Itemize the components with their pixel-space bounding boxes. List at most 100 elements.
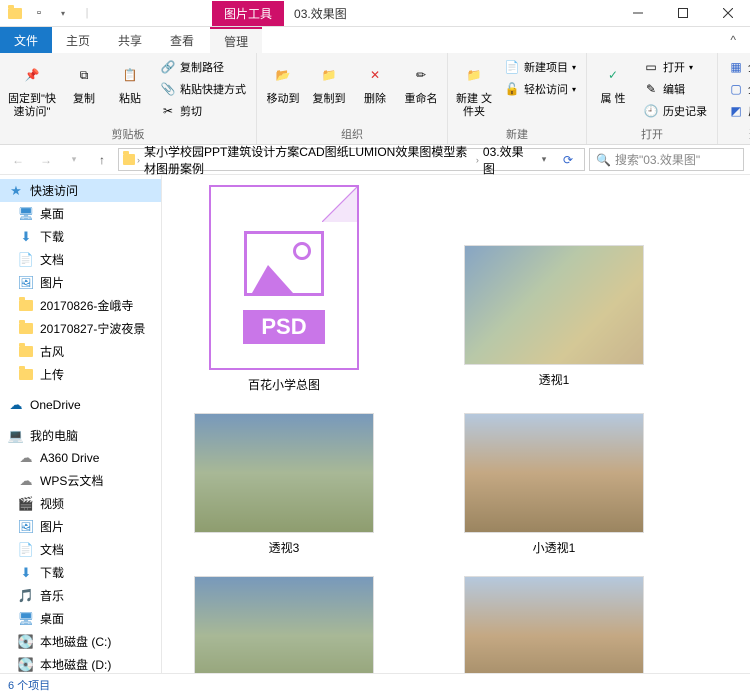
ribbon-collapse-icon[interactable]: ^ [716, 27, 750, 53]
properties-button[interactable]: ✓属 性 [591, 55, 635, 110]
recent-dropdown[interactable]: ▾ [62, 148, 86, 172]
file-list-area[interactable]: PSD 百花小学总图 透视1 透视3 小透视1 小透视2 [162, 175, 750, 673]
tab-home[interactable]: 主页 [52, 27, 104, 53]
easy-access-icon: 🔓 [504, 81, 520, 97]
tab-view[interactable]: 查看 [156, 27, 208, 53]
window-controls [615, 0, 750, 27]
image-thumbnail [464, 245, 644, 365]
copy-button[interactable]: ⧉ 复制 [62, 55, 106, 110]
pc-icon: 💻 [8, 428, 24, 444]
image-thumbnail [194, 576, 374, 673]
breadcrumb-folder-icon [123, 154, 135, 165]
nav-disk-c[interactable]: 💽本地磁盘 (C:) [0, 630, 161, 653]
nav-this-pc[interactable]: 💻我的电脑 [0, 424, 161, 447]
new-folder-button[interactable]: 📁新建 文件夹 [452, 55, 496, 123]
properties-icon: ✓ [597, 59, 629, 91]
nav-a360[interactable]: ☁A360 Drive [0, 447, 161, 469]
pin-button[interactable]: 📌 固定到"快 速访问" [4, 55, 60, 123]
new-item-button[interactable]: 📄新建项目▾ [500, 57, 580, 77]
up-button[interactable]: ↑ [90, 148, 114, 172]
open-button[interactable]: ▭打开▾ [639, 57, 711, 77]
folder-icon [18, 367, 34, 383]
file-name: 透视1 [539, 371, 570, 388]
nav-videos[interactable]: 🎬视频 [0, 492, 161, 515]
delete-button[interactable]: ✕删除 [353, 55, 397, 110]
nav-folder-1[interactable]: 20170826-金峨寺 [0, 294, 161, 317]
nav-downloads[interactable]: ⬇下载 [0, 225, 161, 248]
breadcrumb-dropdown[interactable]: ▾ [532, 148, 556, 172]
tab-manage[interactable]: 管理 [210, 27, 262, 53]
nav-desktop-2[interactable]: 🖥桌面 [0, 607, 161, 630]
invert-selection-button[interactable]: ◩反向选择 [724, 101, 750, 121]
cloud-icon: ☁ [18, 473, 34, 489]
nav-pictures[interactable]: 🖼图片 [0, 271, 161, 294]
address-bar: ← → ▾ ↑ › 某小学校园PPT建筑设计方案CAD图纸LUMION效果图模型… [0, 145, 750, 175]
nav-quick-access[interactable]: ★快速访问 [0, 179, 161, 202]
properties-icon[interactable]: ▫ [30, 4, 48, 22]
copy-to-button[interactable]: 📁复制到 [307, 55, 351, 110]
move-icon: 📂 [267, 59, 299, 91]
tab-share[interactable]: 共享 [104, 27, 156, 53]
pin-icon: 📌 [16, 59, 48, 91]
chevron-right-icon[interactable]: › [476, 155, 479, 165]
explorer-body: ★快速访问 🖥桌面 ⬇下载 📄文档 🖼图片 20170826-金峨寺 20170… [0, 175, 750, 673]
nav-music[interactable]: 🎵音乐 [0, 584, 161, 607]
image-thumbnail [464, 413, 644, 533]
breadcrumb-seg-1[interactable]: 某小学校园PPT建筑设计方案CAD图纸LUMION效果图模型素材图册案例 [142, 143, 474, 177]
image-thumbnail [464, 576, 644, 673]
qat-dropdown-icon[interactable]: ▾ [54, 4, 72, 22]
navigation-pane[interactable]: ★快速访问 🖥桌面 ⬇下载 📄文档 🖼图片 20170826-金峨寺 20170… [0, 175, 162, 673]
chevron-right-icon[interactable]: › [137, 155, 140, 165]
copy-path-button[interactable]: 🔗复制路径 [156, 57, 250, 77]
file-name: 百花小学总图 [248, 376, 320, 393]
file-item[interactable]: 透视3 [174, 413, 394, 556]
paste-button[interactable]: 📋 粘贴 [108, 55, 152, 110]
nav-folder-2[interactable]: 20170827-宁波夜景 [0, 317, 161, 340]
maximize-button[interactable] [660, 0, 705, 27]
edit-icon: ✎ [643, 81, 659, 97]
nav-pictures-2[interactable]: 🖼图片 [0, 515, 161, 538]
copy-icon: ⧉ [68, 59, 100, 91]
file-item[interactable]: 小透视2 [174, 576, 394, 673]
nav-onedrive[interactable]: ☁OneDrive [0, 394, 161, 416]
nav-documents[interactable]: 📄文档 [0, 248, 161, 271]
nav-disk-d[interactable]: 💽本地磁盘 (D:) [0, 653, 161, 673]
cut-button[interactable]: ✂剪切 [156, 101, 250, 121]
back-button[interactable]: ← [6, 148, 30, 172]
path-icon: 🔗 [160, 59, 176, 75]
nav-desktop[interactable]: 🖥桌面 [0, 202, 161, 225]
file-item[interactable]: 小透视1 [444, 413, 664, 556]
edit-button[interactable]: ✎编辑 [639, 79, 711, 99]
file-name: 小透视1 [533, 539, 576, 556]
open-icon: ▭ [643, 59, 659, 75]
minimize-button[interactable] [615, 0, 660, 27]
close-button[interactable] [705, 0, 750, 27]
forward-button[interactable]: → [34, 148, 58, 172]
rename-button[interactable]: ✏重命名 [399, 55, 443, 110]
picture-icon: 🖼 [18, 519, 34, 535]
nav-folder-3[interactable]: 古风 [0, 340, 161, 363]
breadcrumb-seg-2[interactable]: 03.效果图 [481, 143, 530, 177]
folder-icon[interactable] [6, 4, 24, 22]
select-all-button[interactable]: ▦全部选择 [724, 57, 750, 77]
file-item[interactable]: 透视1 [444, 245, 664, 393]
nav-wps[interactable]: ☁WPS云文档 [0, 469, 161, 492]
tab-file[interactable]: 文件 [0, 27, 52, 53]
file-item[interactable]: 小透视3 [444, 576, 664, 673]
file-item[interactable]: PSD 百花小学总图 [174, 185, 394, 393]
item-count: 6 个项目 [8, 677, 50, 693]
search-input[interactable]: 🔍 搜索"03.效果图" [589, 148, 744, 171]
select-none-button[interactable]: ▢全部取消 [724, 79, 750, 99]
breadcrumb[interactable]: › 某小学校园PPT建筑设计方案CAD图纸LUMION效果图模型素材图册案例 ›… [118, 148, 585, 171]
nav-downloads-2[interactable]: ⬇下载 [0, 561, 161, 584]
nav-documents-2[interactable]: 📄文档 [0, 538, 161, 561]
qat-separator: | [78, 4, 96, 22]
refresh-button[interactable]: ⟳ [556, 148, 580, 172]
document-icon: 📄 [18, 252, 34, 268]
paste-shortcut-button[interactable]: 📎粘贴快捷方式 [156, 79, 250, 99]
easy-access-button[interactable]: 🔓轻松访问▾ [500, 79, 580, 99]
folder-icon [18, 298, 34, 314]
move-to-button[interactable]: 📂移动到 [261, 55, 305, 110]
nav-folder-4[interactable]: 上传 [0, 363, 161, 386]
history-button[interactable]: 🕘历史记录 [639, 101, 711, 121]
